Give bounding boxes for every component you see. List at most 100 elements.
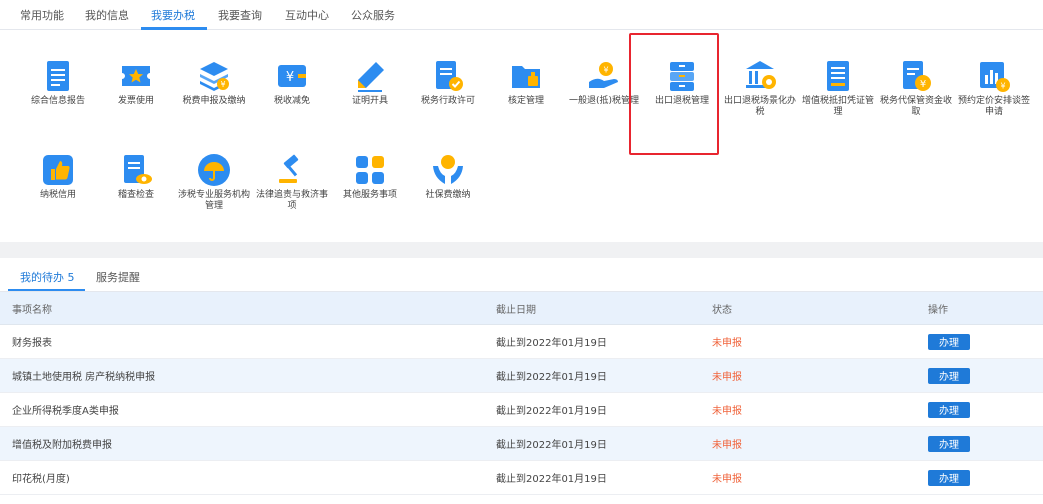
func-legal-remedy[interactable]: 法律追责与救济事项 (252, 152, 332, 222)
header-item-name: 事项名称 (12, 304, 52, 316)
row-status: 未申报 (712, 440, 742, 451)
header-status: 状态 (712, 304, 732, 316)
row-item-name: 城镇土地使用税 房产税纳税申报 (12, 372, 156, 383)
row-action-cell: 办理 (928, 393, 970, 426)
tab-query[interactable]: 我要查询 (218, 7, 262, 23)
stacked-layers-icon: ¥ (200, 62, 229, 91)
table-row: 增值税及附加税费申报 截止到2022年01月19日 未申报 办理 (0, 427, 1043, 461)
row-status: 未申报 (712, 474, 742, 485)
function-grid: 综合信息报告 发票使用 ¥ 税费申报及缴纳 ¥ 税收减免 证明开具 税务行政许可… (0, 30, 1043, 242)
func-label: 出口退税场景化办税 (723, 96, 796, 117)
tab-common-functions[interactable]: 常用功能 (20, 7, 64, 23)
yen-ticket-icon: ¥ (278, 65, 306, 87)
func-label: 纳税信用 (39, 190, 76, 200)
row-status: 未申报 (712, 372, 742, 383)
func-vat-deduction-voucher[interactable]: 增值税抵扣凭证管理 (798, 58, 878, 128)
func-label: 稽查检查 (117, 190, 154, 200)
func-general-refund[interactable]: ¥ 一般退(抵)税管理 (564, 58, 644, 128)
func-label: 增值税抵扣凭证管理 (801, 96, 874, 117)
func-label: 税费申报及缴纳 (182, 96, 246, 106)
document-check-icon (436, 61, 463, 91)
pen-icon (358, 62, 384, 92)
tab-service-reminder[interactable]: 服务提醒 (96, 269, 140, 285)
func-invoice-use[interactable]: 发票使用 (96, 58, 176, 128)
table-row: 印花税(月度) 截止到2022年01月19日 未申报 办理 (0, 461, 1043, 495)
receipt-icon (827, 61, 849, 91)
func-label: 社保费缴纳 (425, 190, 471, 200)
handle-button[interactable]: 办理 (928, 367, 970, 384)
chart-yen-icon: ¥ (980, 62, 1010, 92)
document-icon (47, 61, 69, 91)
func-custodial-funds[interactable]: ¥ 税务代保管资金收取 (876, 58, 956, 128)
func-professional-service-agency[interactable]: 涉税专业服务机构管理 (174, 152, 254, 222)
row-action-cell: 办理 (928, 359, 970, 392)
row-action-cell: 办理 (928, 325, 970, 358)
todo-tabs: 我的待办 5 服务提醒 (0, 258, 1043, 292)
func-verification-management[interactable]: 核定管理 (486, 58, 566, 128)
row-action-cell: 办理 (928, 461, 970, 494)
func-other-services[interactable]: 其他服务事项 (330, 152, 410, 222)
tab-tax-handling[interactable]: 我要办税 (151, 7, 195, 23)
section-divider (0, 242, 1043, 258)
table-header: 事项名称 截止日期 状态 操作 (0, 292, 1043, 325)
tab-my-todo[interactable]: 我的待办 5 (20, 269, 75, 285)
func-label: 出口退税管理 (654, 96, 709, 106)
func-label: 一般退(抵)税管理 (568, 96, 640, 106)
func-tax-reduction[interactable]: ¥ 税收减免 (252, 58, 332, 128)
invoice-star-icon (122, 66, 150, 86)
row-item-name: 印花税(月度) (12, 474, 70, 485)
svg-text:¥: ¥ (286, 70, 294, 85)
row-action-cell: 办理 (928, 427, 970, 460)
func-audit-inspection[interactable]: 稽查检查 (96, 152, 176, 222)
row-deadline: 截止到2022年01月19日 (496, 474, 607, 485)
func-comprehensive-info-report[interactable]: 综合信息报告 (18, 58, 98, 128)
top-nav-tabs: 常用功能 我的信息 我要办税 我要查询 互动中心 公众服务 (0, 0, 1043, 30)
active-subtab-indicator (8, 289, 85, 291)
tab-public-service[interactable]: 公众服务 (351, 7, 395, 23)
table-row: 城镇土地使用税 房产税纳税申报 截止到2022年01月19日 未申报 办理 (0, 359, 1043, 393)
func-label: 综合信息报告 (30, 96, 85, 106)
bank-gear-icon (746, 61, 776, 89)
row-deadline: 截止到2022年01月19日 (496, 440, 607, 451)
func-label: 税收减免 (273, 96, 310, 106)
cabinet-icon (670, 62, 694, 91)
svg-text:¥: ¥ (1000, 82, 1005, 91)
func-label: 核定管理 (507, 96, 544, 106)
func-label: 证明开具 (351, 96, 388, 106)
handle-button[interactable]: 办理 (928, 333, 970, 350)
func-label: 税务代保管资金收取 (879, 96, 952, 117)
document-yen-icon: ¥ (903, 61, 931, 91)
func-administrative-license[interactable]: 税务行政许可 (408, 58, 488, 128)
thumbs-up-icon (43, 155, 73, 185)
func-certificate-issuance[interactable]: 证明开具 (330, 58, 410, 128)
row-item-name: 增值税及附加税费申报 (12, 440, 112, 451)
func-label: 其他服务事项 (342, 190, 397, 200)
func-advance-pricing-arrangement[interactable]: ¥ 预约定价安排谈签申请 (954, 58, 1034, 128)
func-tax-credit[interactable]: 纳税信用 (18, 152, 98, 222)
hand-coin-icon: ¥ (589, 62, 618, 88)
func-export-refund-scenario[interactable]: 出口退税场景化办税 (720, 58, 800, 128)
gavel-icon (279, 154, 299, 183)
func-export-refund-management[interactable]: 出口退税管理 (642, 58, 722, 128)
table-row: 企业所得税季度A类申报 截止到2022年01月19日 未申报 办理 (0, 393, 1043, 427)
func-label: 涉税专业服务机构管理 (177, 190, 250, 211)
tab-my-info[interactable]: 我的信息 (85, 7, 129, 23)
tab-interaction-center[interactable]: 互动中心 (285, 7, 329, 23)
header-action: 操作 (928, 304, 948, 316)
grid-apps-icon (356, 156, 384, 184)
header-deadline: 截止日期 (496, 304, 536, 316)
row-item-name: 企业所得税季度A类申报 (12, 406, 119, 417)
func-label: 法律追责与救济事项 (255, 190, 328, 211)
row-deadline: 截止到2022年01月19日 (496, 338, 607, 349)
handle-button[interactable]: 办理 (928, 469, 970, 486)
svg-text:¥: ¥ (220, 80, 225, 89)
func-social-insurance-payment[interactable]: 社保费缴纳 (408, 152, 488, 222)
todo-table: 事项名称 截止日期 状态 操作 财务报表 截止到2022年01月19日 未申报 … (0, 292, 1043, 495)
handle-button[interactable]: 办理 (928, 435, 970, 452)
handle-button[interactable]: 办理 (928, 401, 970, 418)
func-label: 发票使用 (117, 96, 154, 106)
func-tax-declaration-payment[interactable]: ¥ 税费申报及缴纳 (174, 58, 254, 128)
svg-text:¥: ¥ (920, 79, 926, 90)
row-item-name: 财务报表 (12, 338, 52, 349)
row-status: 未申报 (712, 338, 742, 349)
